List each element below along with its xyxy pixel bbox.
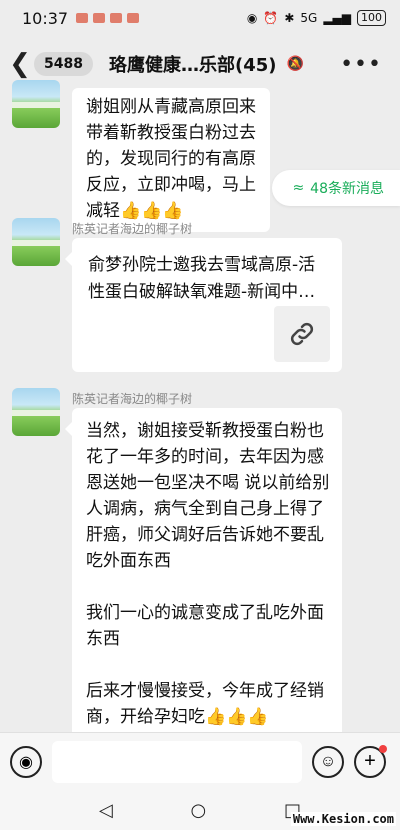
bluetooth-icon: ✱ — [284, 11, 295, 25]
eye-icon: ◉ — [246, 11, 258, 25]
message-bubble[interactable]: 谢姐刚从青藏高原回来 带着靳教授蛋白粉过去的，发现同行的有高原反应，立即冲喝，马… — [72, 88, 270, 232]
status-right: ◉ ⏰ ✱ 5G ▂▄▆ 100 — [247, 10, 386, 26]
alarm-icon: ⏰ — [263, 11, 279, 25]
nav-back-icon[interactable]: ◁ — [99, 800, 113, 821]
status-bar: 10:37 ◉ ⏰ ✱ 5G ▂▄▆ 100 — [0, 0, 400, 36]
input-bar: ◉ ☺ + — [0, 732, 400, 790]
unread-count-badge[interactable]: 5488 — [34, 52, 93, 76]
link-card[interactable]: 俞梦孙院士邀我去雪域高原-活性蛋白破解缺氧难题-新闻中心-珞鹰健康 — [65, 238, 342, 372]
message-paragraph: 后来才慢慢接受，今年成了经销商，开给孕妇吃👍👍👍 — [86, 681, 324, 727]
double-chevron-up-icon: ≈ — [292, 180, 305, 196]
new-messages-button[interactable]: ≈ 48条新消息 — [272, 170, 400, 206]
signal-icon: ▂▄▆ — [323, 11, 351, 25]
nav-home-icon[interactable]: ○ — [191, 800, 207, 821]
battery-level: 100 — [357, 10, 386, 26]
new-messages-label: 48条新消息 — [310, 181, 384, 197]
message-input[interactable] — [52, 740, 302, 783]
signal-label: 5G — [300, 11, 318, 25]
link-title: 俞梦孙院士邀我去雪域高原-活性蛋白破解缺氧难题-新闻中心-珞鹰健康 — [88, 255, 322, 302]
notification-icons — [76, 13, 140, 23]
sender-name: 陈英记者海边的椰子树 — [72, 392, 193, 406]
avatar[interactable] — [12, 388, 60, 436]
avatar[interactable] — [12, 218, 60, 266]
avatar[interactable] — [12, 80, 60, 128]
message-paragraph: 我们一心的诚意变成了乱吃外面东西 — [86, 603, 324, 649]
more-icon[interactable]: ••• — [340, 52, 382, 77]
voice-icon[interactable]: ◉ — [10, 745, 42, 778]
message-paragraph: 当然，谢姐接受靳教授蛋白粉也花了一年多的时间，去年因为感恩送她一包坚决不喝 说以… — [86, 421, 330, 571]
plus-icon[interactable]: + — [354, 744, 387, 778]
emoji-icon[interactable]: ☺ — [312, 745, 344, 778]
chat-header: ❮ 5488 珞鹰健康…乐部(45) 🔕 ••• — [0, 40, 400, 88]
message-bubble[interactable]: 当然，谢姐接受靳教授蛋白粉也花了一年多的时间，去年因为感恩送她一包坚决不喝 说以… — [65, 408, 342, 740]
link-icon — [274, 306, 330, 362]
chat-title: 珞鹰健康…乐部(45) — [108, 55, 277, 76]
status-time: 10:37 — [22, 8, 69, 28]
bell-off-icon: 🔕 — [286, 56, 304, 72]
notification-dot — [379, 744, 387, 753]
sender-name: 陈英记者海边的椰子树 — [72, 222, 193, 236]
watermark: Www.Kesion.com — [290, 812, 396, 826]
